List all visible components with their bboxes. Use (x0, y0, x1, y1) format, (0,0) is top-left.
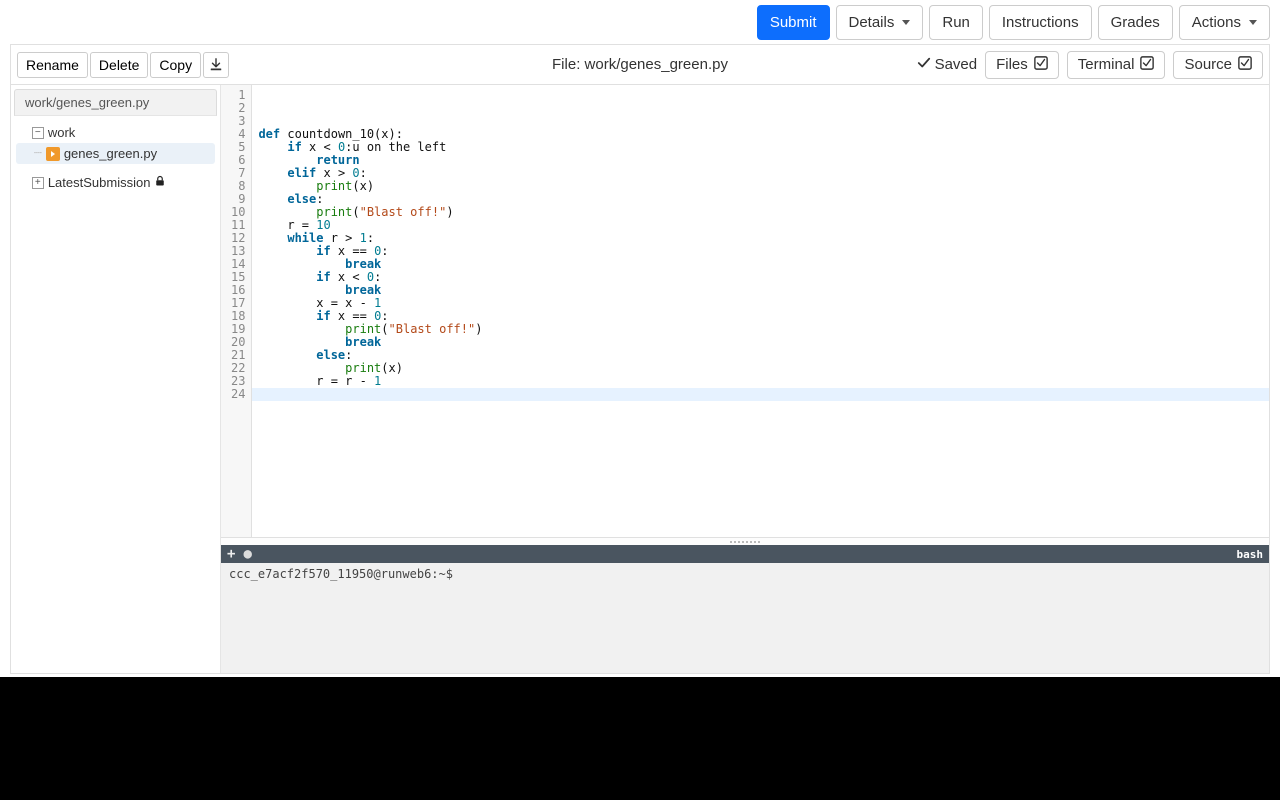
tree-folder-work[interactable]: − work (16, 122, 215, 143)
terminal-toggle[interactable]: Terminal (1067, 51, 1166, 79)
lock-icon (154, 175, 166, 190)
tree-file-genes-green[interactable]: ┈ genes_green.py (16, 143, 215, 164)
checkbox-checked-icon (1238, 56, 1252, 74)
caret-down-icon (1249, 20, 1257, 25)
terminal-prompt: ccc_e7acf2f570_11950@runweb6:~$ (229, 567, 453, 581)
checkbox-checked-icon (1140, 56, 1154, 74)
terminal-tab-indicator[interactable]: ● (243, 547, 251, 561)
file-tree-sidebar: work/genes_green.py − work ┈ genes_green… (11, 85, 221, 673)
run-button[interactable]: Run (929, 5, 983, 40)
collapse-icon[interactable]: − (32, 127, 44, 139)
workspace: Rename Delete Copy File: work/genes_gree… (10, 44, 1270, 674)
pane-splitter[interactable] (221, 537, 1269, 545)
submit-button[interactable]: Submit (757, 5, 830, 40)
code-area[interactable]: def countdown_10(x): if x < 0:u on the l… (252, 85, 1269, 537)
shell-label: bash (1237, 548, 1264, 561)
source-toggle[interactable]: Source (1173, 51, 1263, 79)
copy-button[interactable]: Copy (150, 52, 201, 78)
details-dropdown[interactable]: Details (836, 5, 924, 40)
check-icon (917, 56, 931, 74)
terminal[interactable]: ccc_e7acf2f570_11950@runweb6:~$ (221, 563, 1269, 673)
rename-button[interactable]: Rename (17, 52, 88, 78)
terminal-tabs: + ● bash (221, 545, 1269, 563)
file-title: File: work/genes_green.py (552, 56, 728, 73)
saved-status: Saved (917, 56, 978, 74)
file-tab[interactable]: work/genes_green.py (14, 89, 217, 116)
caret-down-icon (902, 20, 910, 25)
delete-button[interactable]: Delete (90, 52, 148, 78)
black-bar (0, 677, 1280, 800)
actions-dropdown[interactable]: Actions (1179, 5, 1270, 40)
python-file-icon (46, 147, 60, 161)
new-terminal-button[interactable]: + (227, 547, 235, 561)
gutter: 123456789101112131415161718192021222324 (221, 85, 252, 537)
download-icon[interactable] (203, 52, 229, 78)
files-toggle[interactable]: Files (985, 51, 1059, 79)
tree-folder-latest-submission[interactable]: + LatestSubmission (16, 172, 215, 193)
expand-icon[interactable]: + (32, 177, 44, 189)
checkbox-checked-icon (1034, 56, 1048, 74)
instructions-button[interactable]: Instructions (989, 5, 1092, 40)
editor-terminal-pane: 123456789101112131415161718192021222324 … (221, 85, 1269, 673)
file-toolbar: Rename Delete Copy File: work/genes_gree… (11, 45, 1269, 85)
grades-button[interactable]: Grades (1098, 5, 1173, 40)
code-editor[interactable]: 123456789101112131415161718192021222324 … (221, 85, 1269, 537)
top-toolbar: Submit Details Run Instructions Grades A… (0, 0, 1280, 44)
